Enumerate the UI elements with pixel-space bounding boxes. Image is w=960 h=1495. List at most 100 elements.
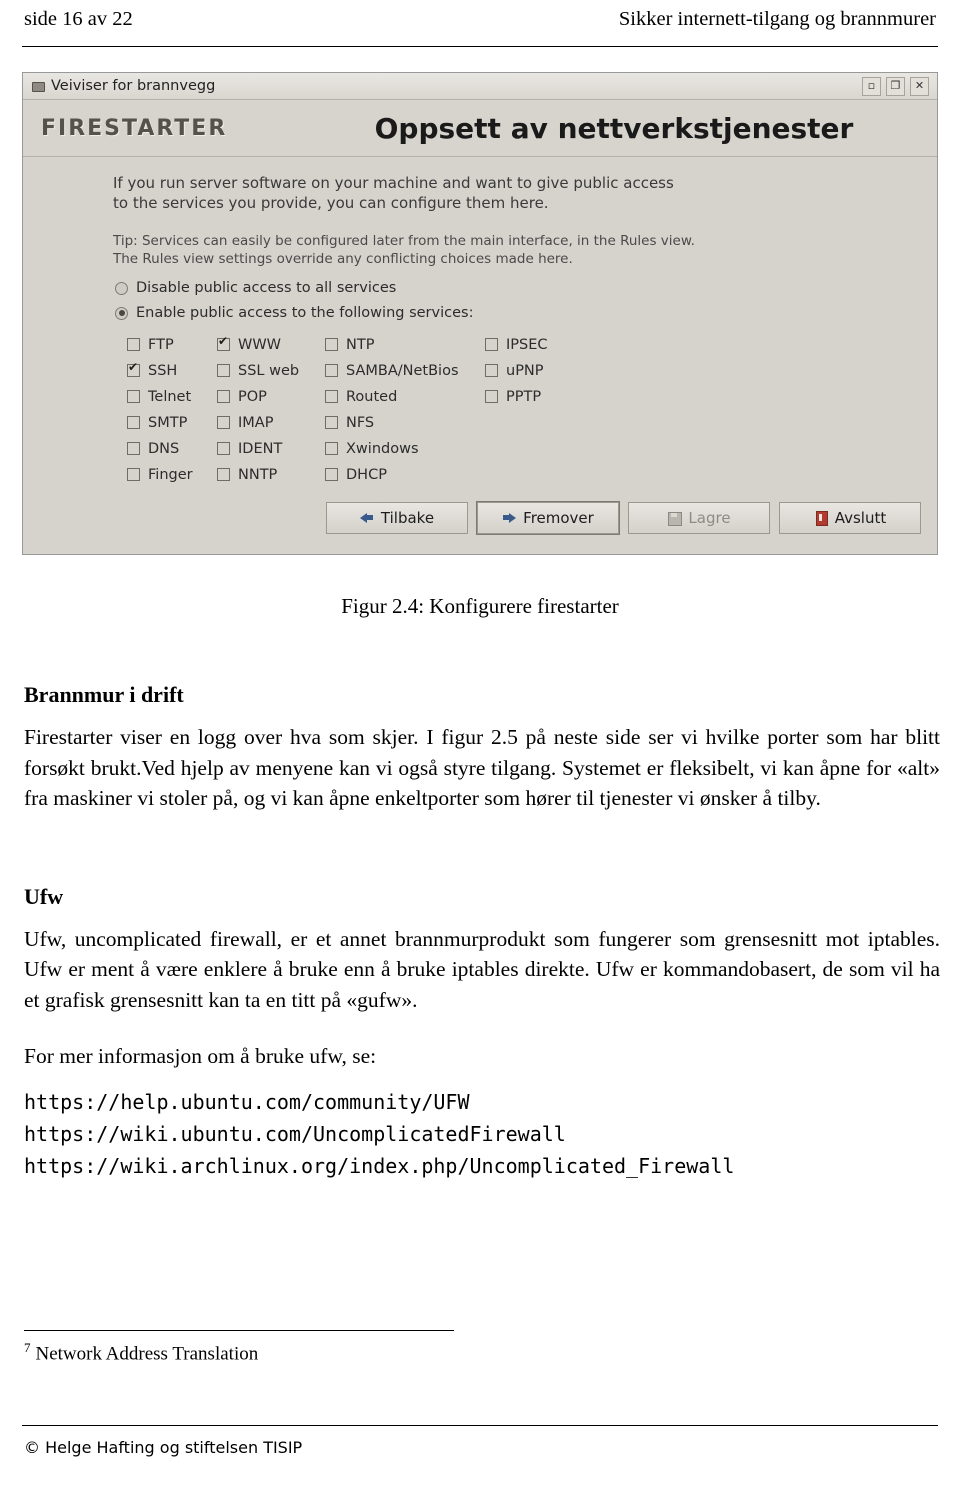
quit-icon	[814, 510, 828, 526]
paragraph-brannmur: Firestarter viser en logg over hva som s…	[24, 725, 940, 811]
service-checkbox-smtp[interactable]: SMTP	[127, 410, 217, 436]
checkbox-indicator	[217, 390, 230, 404]
radio-disable-label: Disable public access to all services	[136, 280, 397, 297]
service-checkbox-ssl-web[interactable]: SSL web	[217, 358, 325, 384]
service-checkbox-ssh[interactable]: SSH	[127, 358, 217, 384]
forward-button[interactable]: Fremover	[477, 501, 619, 534]
arrow-right-icon	[502, 511, 517, 525]
tip-line-1: Tip: Services can easily be configured l…	[113, 232, 695, 249]
checkbox-indicator	[127, 390, 140, 404]
checkbox-indicator	[127, 361, 140, 378]
tip-line-2: The Rules view settings override any con…	[113, 250, 573, 267]
service-checkbox-www[interactable]: WWW	[217, 332, 325, 358]
service-label: IDENT	[238, 440, 283, 457]
service-checkbox-telnet[interactable]: Telnet	[127, 384, 217, 410]
minimize-button[interactable]: ▫	[862, 76, 881, 96]
checkbox-indicator	[127, 442, 140, 456]
intro-line-2: to the services you provide, you can con…	[113, 194, 549, 213]
service-checkbox-imap[interactable]: IMAP	[217, 410, 325, 436]
service-label: FTP	[148, 336, 174, 353]
service-label: Telnet	[148, 388, 192, 405]
back-button[interactable]: Tilbake	[326, 501, 468, 534]
save-icon	[667, 511, 683, 526]
service-checkbox-ipsec[interactable]: IPSEC	[485, 332, 605, 358]
radio-enable-indicator	[115, 306, 128, 320]
window-icon	[31, 79, 45, 93]
service-checkbox-upnp[interactable]: uPNP	[485, 358, 605, 384]
quit-button[interactable]: Avslutt	[779, 501, 921, 534]
url-list: https://help.ubuntu.com/community/UFW ht…	[24, 1086, 940, 1183]
window-title: Veiviser for brannvegg	[51, 78, 216, 94]
service-checkbox-finger[interactable]: Finger	[127, 462, 217, 488]
checkbox-indicator	[325, 416, 338, 430]
service-checkbox-xwindows[interactable]: Xwindows	[325, 436, 485, 462]
service-label: SMTP	[148, 414, 188, 431]
document-body: Brannmur i drift Firestarter viser en lo…	[24, 660, 940, 1183]
service-checkbox-dhcp[interactable]: DHCP	[325, 462, 485, 488]
footnote-text: Network Address Translation	[35, 1343, 259, 1365]
service-cell-empty	[485, 436, 605, 462]
service-label: NNTP	[238, 466, 278, 483]
service-checkbox-ntp[interactable]: NTP	[325, 332, 485, 358]
checkbox-indicator	[325, 442, 338, 456]
services-checkbox-grid: FTP WWW NTP IPSEC SSH SSL web SAMBA/NetB…	[23, 326, 937, 488]
service-cell-empty	[485, 462, 605, 488]
url-ubuntu-wiki[interactable]: https://wiki.ubuntu.com/UncomplicatedFir…	[24, 1118, 940, 1150]
service-label: DNS	[148, 440, 180, 457]
checkbox-indicator	[217, 364, 230, 378]
checkbox-indicator	[325, 338, 338, 352]
service-label: DHCP	[346, 466, 387, 483]
service-checkbox-nntp[interactable]: NNTP	[217, 462, 325, 488]
chapter-title-label: Sikker internett-tilgang og brannmurer	[618, 8, 936, 30]
service-checkbox-dns[interactable]: DNS	[127, 436, 217, 462]
figure-caption: Figur 2.4: Konfigurere firestarter	[341, 594, 619, 618]
service-checkbox-nfs[interactable]: NFS	[325, 410, 485, 436]
checkbox-indicator	[127, 468, 140, 482]
service-checkbox-pop[interactable]: POP	[217, 384, 325, 410]
service-label: POP	[238, 388, 267, 405]
firestarter-logo: FIRESTARTER	[41, 115, 228, 141]
footnote-marker: 7	[24, 1340, 31, 1355]
app-banner: FIRESTARTER Oppsett av nettverkstjeneste…	[23, 100, 937, 157]
checkbox-indicator	[217, 416, 230, 430]
url-archlinux-wiki[interactable]: https://wiki.archlinux.org/index.php/Unc…	[24, 1150, 940, 1182]
service-checkbox-samba-netbios[interactable]: SAMBA/NetBios	[325, 358, 485, 384]
checkbox-indicator	[325, 390, 338, 404]
firestarter-window: Veiviser for brannvegg ▫ ❐ ✕ FIRESTARTER…	[22, 72, 938, 555]
service-label: PPTP	[506, 388, 542, 405]
footnote: 7 Network Address Translation	[24, 1340, 258, 1365]
service-checkbox-pptp[interactable]: PPTP	[485, 384, 605, 410]
close-button[interactable]: ✕	[910, 76, 929, 96]
radio-enable-public-access[interactable]: Enable public access to the following se…	[23, 301, 937, 326]
paragraph-ufw-1: Ufw, uncomplicated firewall, er et annet…	[24, 926, 940, 1012]
service-checkbox-ftp[interactable]: FTP	[127, 332, 217, 358]
footer-divider	[22, 1425, 938, 1426]
service-label: Routed	[346, 388, 398, 405]
url-ubuntu-help[interactable]: https://help.ubuntu.com/community/UFW	[24, 1086, 940, 1118]
checkbox-indicator	[485, 338, 498, 352]
radio-disable-public-access[interactable]: Disable public access to all services	[23, 276, 937, 301]
arrow-left-icon	[359, 511, 374, 525]
checkbox-indicator	[217, 442, 230, 456]
heading-ufw: Ufw	[24, 883, 64, 909]
service-checkbox-routed[interactable]: Routed	[325, 384, 485, 410]
window-titlebar: Veiviser for brannvegg ▫ ❐ ✕	[23, 73, 937, 100]
checkbox-indicator	[325, 468, 338, 482]
service-label: Xwindows	[346, 440, 419, 457]
service-label: SSH	[148, 362, 178, 379]
save-button[interactable]: Lagre	[628, 501, 770, 534]
service-label: SSL web	[238, 362, 300, 379]
radio-enable-label: Enable public access to the following se…	[136, 305, 474, 322]
maximize-button[interactable]: ❐	[886, 76, 905, 96]
page-running-head: side 16 av 22 Sikker internett-tilgang o…	[24, 8, 936, 31]
forward-button-label: Fremover	[523, 508, 594, 527]
heading-brannmur-i-drift: Brannmur i drift	[24, 682, 184, 707]
page-number-label: side 16 av 22	[24, 8, 133, 30]
service-label: WWW	[238, 336, 282, 353]
service-label: IMAP	[238, 414, 274, 431]
checkbox-indicator	[325, 364, 338, 378]
service-cell-empty	[485, 410, 605, 436]
checkbox-indicator	[127, 416, 140, 430]
service-checkbox-ident[interactable]: IDENT	[217, 436, 325, 462]
back-button-label: Tilbake	[380, 508, 435, 527]
